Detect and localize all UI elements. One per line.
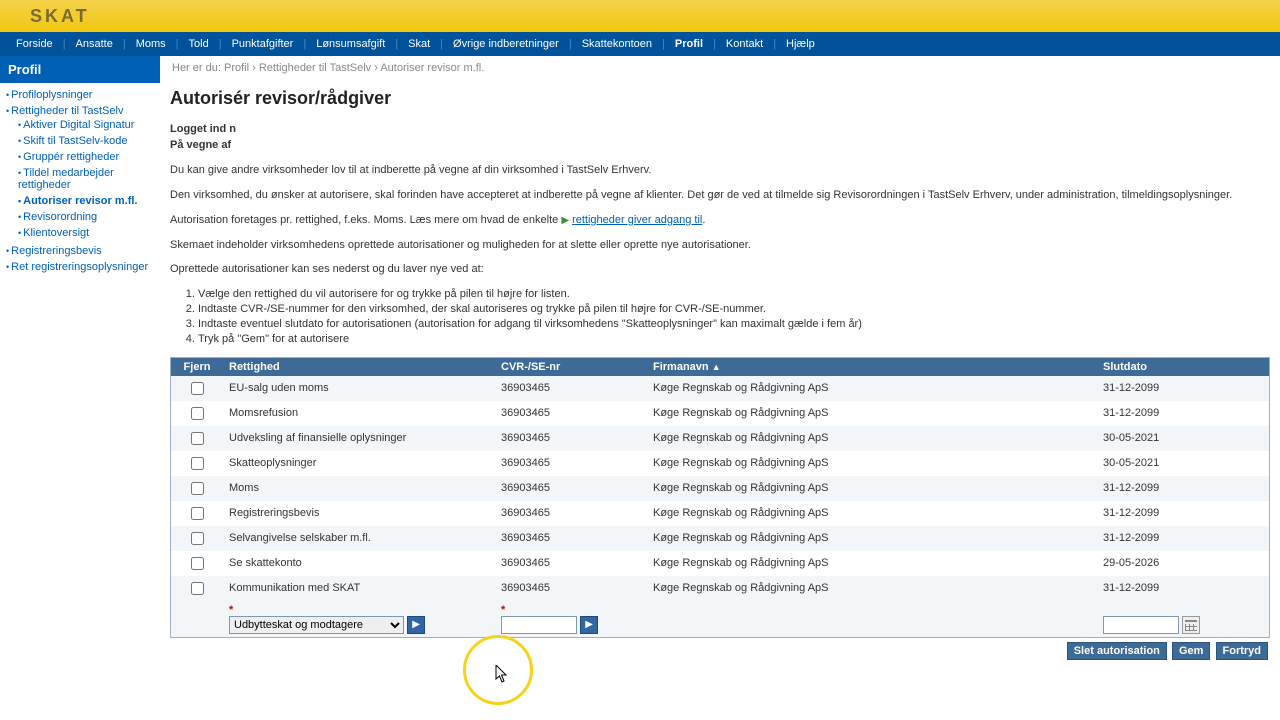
authorisations-table: Fjern Rettighed CVR-/SE-nr Firmanavn ▲ S… bbox=[170, 357, 1270, 638]
col-right[interactable]: Rettighed bbox=[223, 357, 495, 376]
cvr-input[interactable] bbox=[501, 616, 577, 634]
sidebar-subitem[interactable]: Autoriser revisor m.fl. bbox=[18, 195, 137, 207]
remove-checkbox[interactable] bbox=[191, 382, 204, 395]
nav-hj-lp[interactable]: Hjælp bbox=[776, 32, 825, 56]
intro-p2: Den virksomhed, du ønsker at autorisere,… bbox=[170, 188, 1270, 203]
cancel-button[interactable]: Fortryd bbox=[1216, 642, 1269, 660]
table-row: Udveksling af finansielle oplysninger369… bbox=[171, 426, 1270, 451]
col-company[interactable]: Firmanavn ▲ bbox=[647, 357, 1097, 376]
nav-punktafgifter[interactable]: Punktafgifter bbox=[222, 32, 304, 56]
table-row: Skatteoplysninger36903465Køge Regnskab o… bbox=[171, 451, 1270, 476]
table-row: Registreringsbevis36903465Køge Regnskab … bbox=[171, 501, 1270, 526]
sidebar-subitem[interactable]: Klientoversigt bbox=[18, 227, 89, 239]
sidebar-heading: Profil bbox=[0, 56, 160, 83]
table-row: EU-salg uden moms36903465Køge Regnskab o… bbox=[171, 376, 1270, 401]
nav-told[interactable]: Told bbox=[179, 32, 219, 56]
crumb-profil[interactable]: Profil bbox=[224, 62, 249, 74]
remove-checkbox[interactable] bbox=[191, 432, 204, 445]
remove-checkbox[interactable] bbox=[191, 407, 204, 420]
sidebar-item[interactable]: Ret registreringsoplysninger bbox=[6, 261, 148, 273]
calendar-icon[interactable] bbox=[1182, 616, 1200, 634]
link-rettigheder-adgang[interactable]: rettigheder giver adgang til bbox=[572, 214, 702, 226]
sidebar-subitem[interactable]: Aktiver Digital Signatur bbox=[18, 119, 134, 131]
sidebar-item[interactable]: Registreringsbevis bbox=[6, 245, 102, 257]
col-remove[interactable]: Fjern bbox=[171, 357, 224, 376]
nav--vrige-indberetninger[interactable]: Øvrige indberetninger bbox=[443, 32, 569, 56]
nav-profil[interactable]: Profil bbox=[665, 32, 713, 56]
brand-logo: SKAT bbox=[30, 6, 90, 27]
remove-checkbox[interactable] bbox=[191, 457, 204, 470]
arrow-right-icon: ▶ bbox=[561, 215, 569, 226]
side-nav: Profiloplysninger Rettigheder til TastSel… bbox=[0, 83, 160, 279]
intro-p1: Du kan give andre virksomheder lov til a… bbox=[170, 163, 1270, 178]
sidebar-subitem[interactable]: Revisorordning bbox=[18, 211, 97, 223]
steps-list: Vælge den rettighed du vil autorisere fo… bbox=[198, 287, 1270, 346]
remove-checkbox[interactable] bbox=[191, 482, 204, 495]
required-marker: * bbox=[501, 604, 505, 616]
required-marker: * bbox=[229, 604, 233, 616]
cvr-apply-button[interactable]: ▶ bbox=[580, 616, 598, 634]
nav-forside[interactable]: Forside bbox=[6, 32, 63, 56]
crumb-autoriser[interactable]: Autoriser revisor m.fl. bbox=[380, 62, 484, 74]
sort-asc-icon: ▲ bbox=[712, 362, 721, 372]
save-button[interactable]: Gem bbox=[1172, 642, 1210, 660]
col-cvr[interactable]: CVR-/SE-nr bbox=[495, 357, 647, 376]
nav-l-nsumsafgift[interactable]: Lønsumsafgift bbox=[306, 32, 395, 56]
table-row: Selvangivelse selskaber m.fl.36903465Køg… bbox=[171, 526, 1270, 551]
sidebar-subitem[interactable]: Gruppér rettigheder bbox=[18, 151, 119, 163]
nav-skat[interactable]: Skat bbox=[398, 32, 440, 56]
nav-kontakt[interactable]: Kontakt bbox=[716, 32, 773, 56]
rettighed-apply-button[interactable]: ▶ bbox=[407, 616, 425, 634]
table-row: Momsrefusion36903465Køge Regnskab og Råd… bbox=[171, 401, 1270, 426]
action-bar: Slet autorisation Gem Fortryd bbox=[170, 638, 1270, 660]
session-info: Logget ind n På vegne af bbox=[170, 123, 1270, 151]
remove-checkbox[interactable] bbox=[191, 582, 204, 595]
remove-checkbox[interactable] bbox=[191, 557, 204, 570]
nav-ansatte[interactable]: Ansatte bbox=[66, 32, 123, 56]
table-row: Kommunikation med SKAT36903465Køge Regns… bbox=[171, 576, 1270, 601]
col-enddate[interactable]: Slutdato bbox=[1097, 357, 1270, 376]
intro-p5: Oprettede autorisationer kan ses nederst… bbox=[170, 262, 1270, 277]
remove-checkbox[interactable] bbox=[191, 532, 204, 545]
page-title: Autorisér revisor/rådgiver bbox=[170, 88, 1270, 109]
nav-skattekontoen[interactable]: Skattekontoen bbox=[572, 32, 662, 56]
sidebar-item[interactable]: Profiloplysninger bbox=[6, 89, 92, 101]
sidebar-subitem[interactable]: Skift til TastSelv-kode bbox=[18, 135, 128, 147]
breadcrumb: Her er du: Profil › Rettigheder til Tast… bbox=[170, 56, 1270, 80]
sidebar-item[interactable]: Rettigheder til TastSelv bbox=[6, 105, 123, 117]
enddate-input[interactable] bbox=[1103, 616, 1179, 634]
brand-banner: SKAT bbox=[0, 0, 1280, 32]
rettighed-select[interactable]: Udbytteskat og modtagere bbox=[229, 616, 404, 634]
nav-moms[interactable]: Moms bbox=[126, 32, 176, 56]
remove-checkbox[interactable] bbox=[191, 507, 204, 520]
crumb-rettigheder[interactable]: Rettigheder til TastSelv bbox=[259, 62, 371, 74]
sidebar-subitem[interactable]: Tildel medarbejder rettigheder bbox=[18, 167, 160, 191]
new-row: * Udbytteskat og modtagere ▶ * ▶ bbox=[171, 601, 1270, 638]
table-row: Moms36903465Køge Regnskab og Rådgivning … bbox=[171, 476, 1270, 501]
top-nav: Forside|Ansatte|Moms|Told|Punktafgifter|… bbox=[0, 32, 1280, 56]
intro-p4: Skemaet indeholder virksomhedens oprette… bbox=[170, 238, 1270, 253]
intro-p3: Autorisation foretages pr. rettighed, f.… bbox=[170, 213, 1270, 228]
delete-authorisation-button[interactable]: Slet autorisation bbox=[1067, 642, 1167, 660]
table-row: Se skattekonto36903465Køge Regnskab og R… bbox=[171, 551, 1270, 576]
